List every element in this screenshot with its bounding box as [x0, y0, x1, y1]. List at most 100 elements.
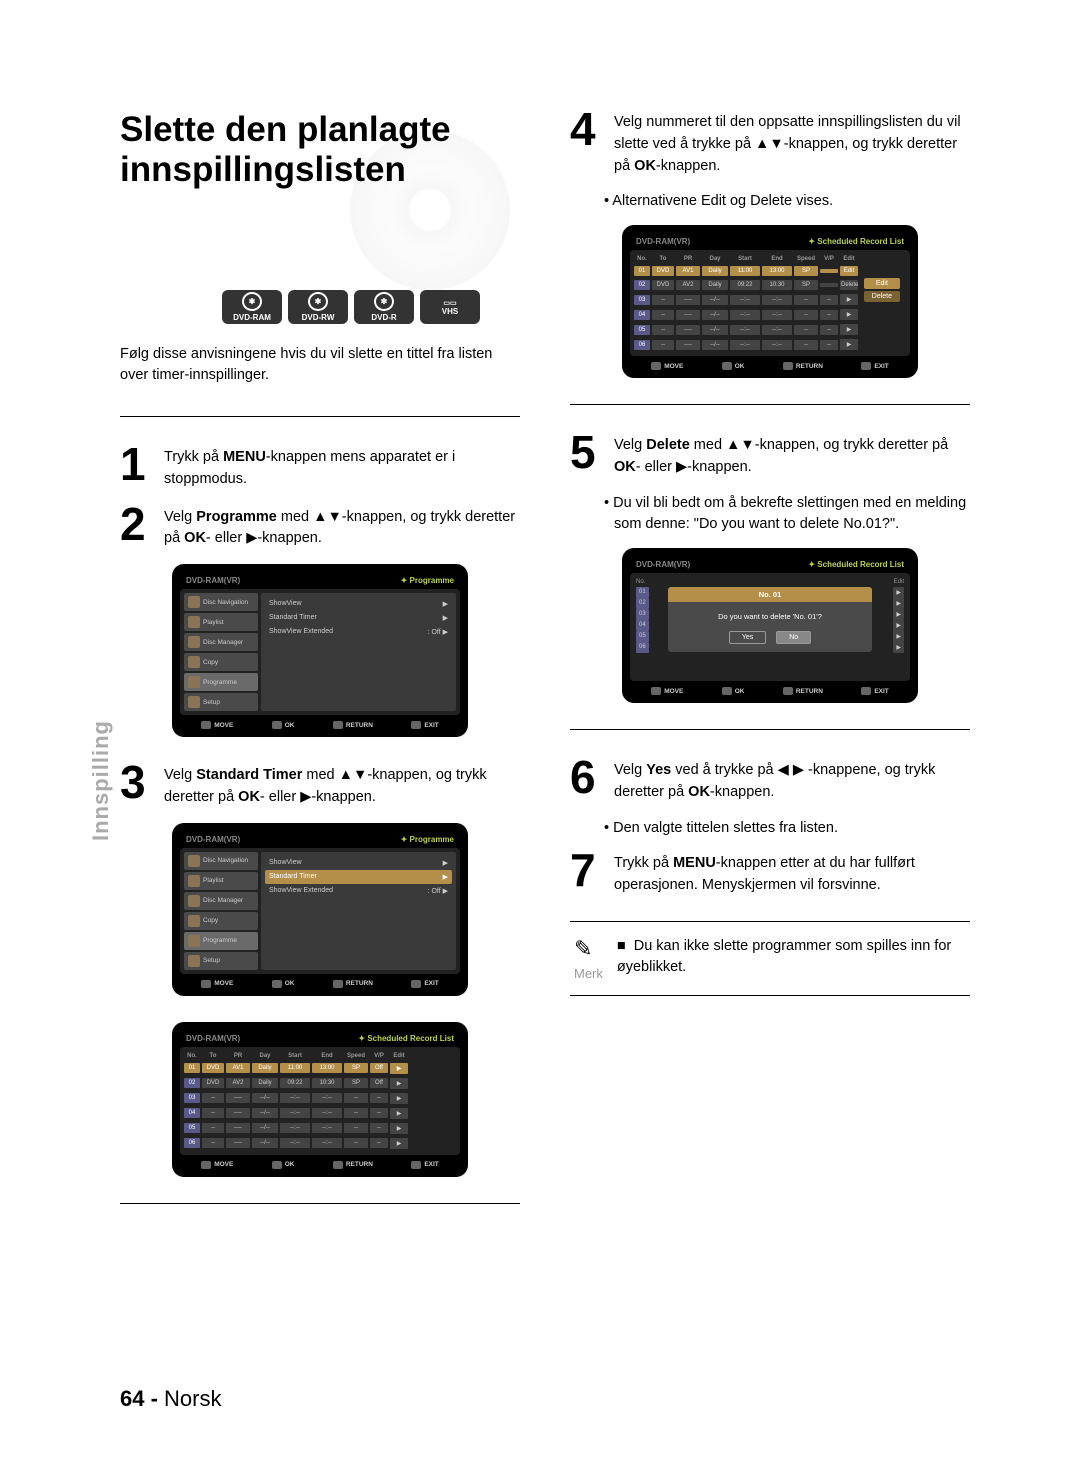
- tv-footer-exit: EXIT: [411, 721, 438, 729]
- popup-edit[interactable]: Edit: [864, 278, 900, 289]
- tv-footer-ok: OK: [272, 1161, 295, 1169]
- divider: [120, 1203, 520, 1204]
- tv-footer-move: MOVE: [201, 980, 233, 988]
- step-number: 4: [570, 110, 602, 177]
- menu-side-item[interactable]: Setup: [184, 693, 258, 711]
- tv-footer-move: MOVE: [651, 687, 683, 695]
- intro-text: Følg disse anvisningene hvis du vil slet…: [120, 344, 520, 386]
- menu-row[interactable]: ShowView Extended: Off ▶: [265, 625, 452, 639]
- menu-row[interactable]: Standard Timer ▶: [265, 870, 452, 884]
- badge-dvd-r: ✱DVD-R: [354, 290, 414, 324]
- left-column: Slette den planlagte innspillingslisten …: [120, 110, 520, 1232]
- tv-screen-programme: DVD-RAM(VR)✦ Programme Disc NavigationPl…: [172, 564, 468, 737]
- menu-side-item[interactable]: Copy: [184, 653, 258, 671]
- step-5-bullet: • Du vil bli bedt om å bekrefte sletting…: [614, 493, 970, 537]
- tv-screen-edit-popup: DVD-RAM(VR)✦ Scheduled Record List No.To…: [622, 225, 918, 378]
- schedule-row[interactable]: 06--------/----:----:------▶: [184, 1136, 456, 1151]
- step-text: Trykk på MENU-knappen mens apparatet er …: [164, 445, 520, 491]
- format-badges: ✱DVD-RAM ✱DVD-RW ✱DVD-R ▭▭VHS: [120, 290, 480, 324]
- dialog-yes-button[interactable]: Yes: [729, 631, 766, 644]
- menu-icon: [188, 915, 200, 927]
- tv-footer-ok: OK: [722, 362, 745, 370]
- popup-delete[interactable]: Delete: [864, 291, 900, 302]
- step-text: Trykk på MENU-knappen etter at du har fu…: [614, 851, 970, 897]
- schedule-row[interactable]: 03--------/----:----:------▶: [184, 1091, 456, 1106]
- menu-row[interactable]: ShowView Extended: Off ▶: [265, 884, 452, 898]
- menu-icon: [188, 935, 200, 947]
- section-tab: Innspilling: [88, 720, 114, 841]
- step-number: 3: [120, 763, 152, 809]
- page-title: Slette den planlagte innspillingslisten: [120, 110, 520, 191]
- tv-footer-exit: EXIT: [411, 980, 438, 988]
- step-number: 6: [570, 758, 602, 804]
- schedule-row[interactable]: 05--------/----:----:------▶: [634, 322, 906, 337]
- step-6-bullet: • Den valgte tittelen slettes fra listen…: [614, 818, 970, 840]
- step-5: 5 Velg Delete med ▲▼-knappen, og trykk d…: [570, 433, 970, 479]
- step-4: 4 Velg nummeret til den oppsatte innspil…: [570, 110, 970, 177]
- note-box: ✎ Merk ■ Du kan ikke slette programmer s…: [570, 921, 970, 996]
- menu-row[interactable]: ShowView ▶: [265, 597, 452, 611]
- tv-footer-ok: OK: [722, 687, 745, 695]
- badge-dvd-ram: ✱DVD-RAM: [222, 290, 282, 324]
- tv-footer-exit: EXIT: [861, 362, 888, 370]
- schedule-row[interactable]: 01DVDAV1Daily11:0013:00SPOff▶: [184, 1061, 456, 1076]
- divider: [120, 416, 520, 417]
- menu-side-item[interactable]: Disc Navigation: [184, 852, 258, 870]
- menu-icon: [188, 596, 200, 608]
- menu-row[interactable]: ShowView ▶: [265, 856, 452, 870]
- menu-side-item[interactable]: Disc Manager: [184, 633, 258, 651]
- schedule-row[interactable]: 02DVDAV2Daily09:2210:30SPOff▶: [184, 1076, 456, 1091]
- menu-side-item[interactable]: Programme: [184, 932, 258, 950]
- schedule-row[interactable]: 06--------/----:----:------▶: [634, 337, 906, 352]
- menu-side-item[interactable]: Programme: [184, 673, 258, 691]
- menu-side-item[interactable]: Setup: [184, 952, 258, 970]
- menu-icon: [188, 656, 200, 668]
- menu-row[interactable]: Standard Timer ▶: [265, 611, 452, 625]
- step-text: Velg Standard Timer med ▲▼-knappen, og t…: [164, 763, 520, 809]
- menu-icon: [188, 636, 200, 648]
- schedule-row[interactable]: 04--------/----:----:------▶: [634, 307, 906, 322]
- dialog-message: Do you want to delete 'No. 01'?: [676, 612, 864, 621]
- confirm-dialog: No. 01 Do you want to delete 'No. 01'? Y…: [668, 587, 872, 652]
- tv-footer-return: RETURN: [333, 721, 373, 729]
- step-text: Velg Programme med ▲▼-knappen, og trykk …: [164, 505, 520, 551]
- schedule-row[interactable]: 05--------/----:----:------▶: [184, 1121, 456, 1136]
- step-number: 5: [570, 433, 602, 479]
- badge-vhs: ▭▭VHS: [420, 290, 480, 324]
- menu-side-item[interactable]: Copy: [184, 912, 258, 930]
- step-2: 2 Velg Programme med ▲▼-knappen, og tryk…: [120, 505, 520, 551]
- step-text: Velg nummeret til den oppsatte innspilli…: [614, 110, 970, 177]
- step-6: 6 Velg Yes ved å trykke på ◀ ▶ -knappene…: [570, 758, 970, 804]
- note-icon: ✎: [574, 936, 603, 962]
- menu-side-item[interactable]: Disc Navigation: [184, 593, 258, 611]
- edit-delete-popup: Edit Delete: [864, 278, 900, 302]
- step-1: 1 Trykk på MENU-knappen mens apparatet e…: [120, 445, 520, 491]
- menu-icon: [188, 955, 200, 967]
- tv-footer-ok: OK: [272, 980, 295, 988]
- menu-icon: [188, 696, 200, 708]
- menu-icon: [188, 616, 200, 628]
- menu-side-item[interactable]: Disc Manager: [184, 892, 258, 910]
- step-7: 7 Trykk på MENU-knappen etter at du har …: [570, 851, 970, 897]
- title-block: Slette den planlagte innspillingslisten: [120, 110, 520, 270]
- menu-icon: [188, 676, 200, 688]
- step-number: 2: [120, 505, 152, 551]
- step-4-bullet: • Alternativene Edit og Delete vises.: [614, 191, 970, 213]
- dialog-no-button[interactable]: No: [776, 631, 811, 644]
- schedule-row[interactable]: 04--------/----:----:------▶: [184, 1106, 456, 1121]
- tv-footer-return: RETURN: [333, 980, 373, 988]
- menu-icon: [188, 895, 200, 907]
- step-text: Velg Delete med ▲▼-knappen, og trykk der…: [614, 433, 970, 479]
- tv-footer-return: RETURN: [783, 362, 823, 370]
- schedule-row[interactable]: 01DVDAV1Daily11:0013:00SPEdit: [634, 264, 906, 278]
- menu-side-item[interactable]: Playlist: [184, 613, 258, 631]
- page-footer: 64 - Norsk: [120, 1386, 222, 1412]
- note-text: ■ Du kan ikke slette programmer som spil…: [617, 936, 966, 981]
- tv-footer-move: MOVE: [201, 1161, 233, 1169]
- tv-footer-move: MOVE: [201, 721, 233, 729]
- tv-screen-confirm-dialog: DVD-RAM(VR)✦ Scheduled Record List No.Ed…: [622, 548, 918, 703]
- tv-footer-return: RETURN: [333, 1161, 373, 1169]
- dialog-title: No. 01: [668, 587, 872, 602]
- right-column: 4 Velg nummeret til den oppsatte innspil…: [570, 110, 970, 1232]
- menu-side-item[interactable]: Playlist: [184, 872, 258, 890]
